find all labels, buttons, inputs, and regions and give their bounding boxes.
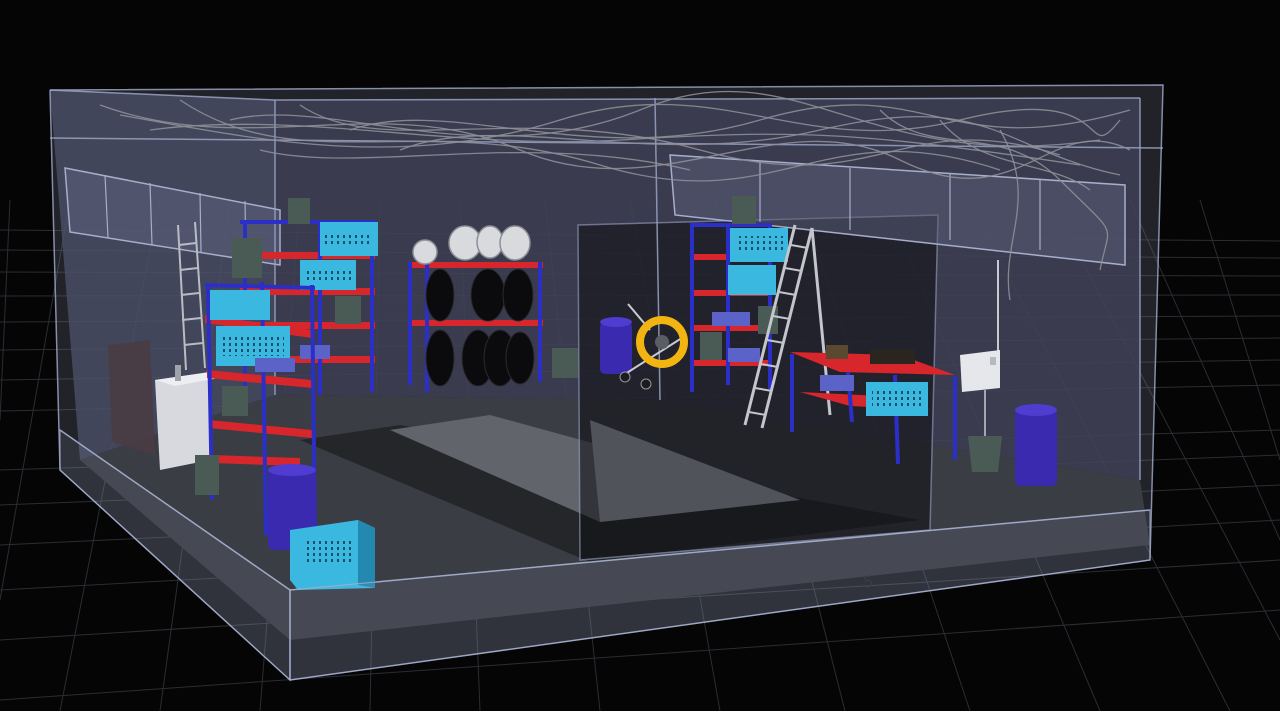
crate-icon [320, 222, 378, 256]
bucket-icon [700, 332, 722, 360]
toolbox-icon [826, 345, 848, 359]
crate-icon [866, 382, 928, 416]
box-icon [300, 345, 330, 359]
bucket-icon [335, 296, 361, 324]
blue-drum-right[interactable] [1015, 404, 1057, 486]
scene-canvas[interactable]: 5 [0, 0, 1280, 711]
bucket-icon [288, 198, 310, 224]
3d-viewport[interactable]: 5 [0, 0, 1280, 711]
box-icon [255, 358, 295, 372]
wall-cabinet [108, 340, 155, 455]
bucket-icon [232, 238, 262, 278]
box-icon [820, 375, 854, 391]
crate-icon [728, 265, 776, 295]
crate-icon [210, 290, 270, 320]
bucket-icon [732, 196, 756, 224]
tool-case-icon [870, 350, 915, 364]
bucket-icon [968, 436, 1002, 472]
blue-drum-back[interactable] [600, 317, 632, 374]
bucket-icon [552, 348, 578, 378]
tire-rack[interactable] [408, 225, 543, 392]
crate-icon [300, 260, 356, 290]
box-icon [712, 312, 750, 326]
crate-icon [730, 228, 788, 262]
box-icon [728, 348, 760, 362]
floor-crate[interactable] [290, 520, 375, 590]
bucket-icon [222, 386, 248, 416]
bucket-icon [195, 455, 219, 495]
